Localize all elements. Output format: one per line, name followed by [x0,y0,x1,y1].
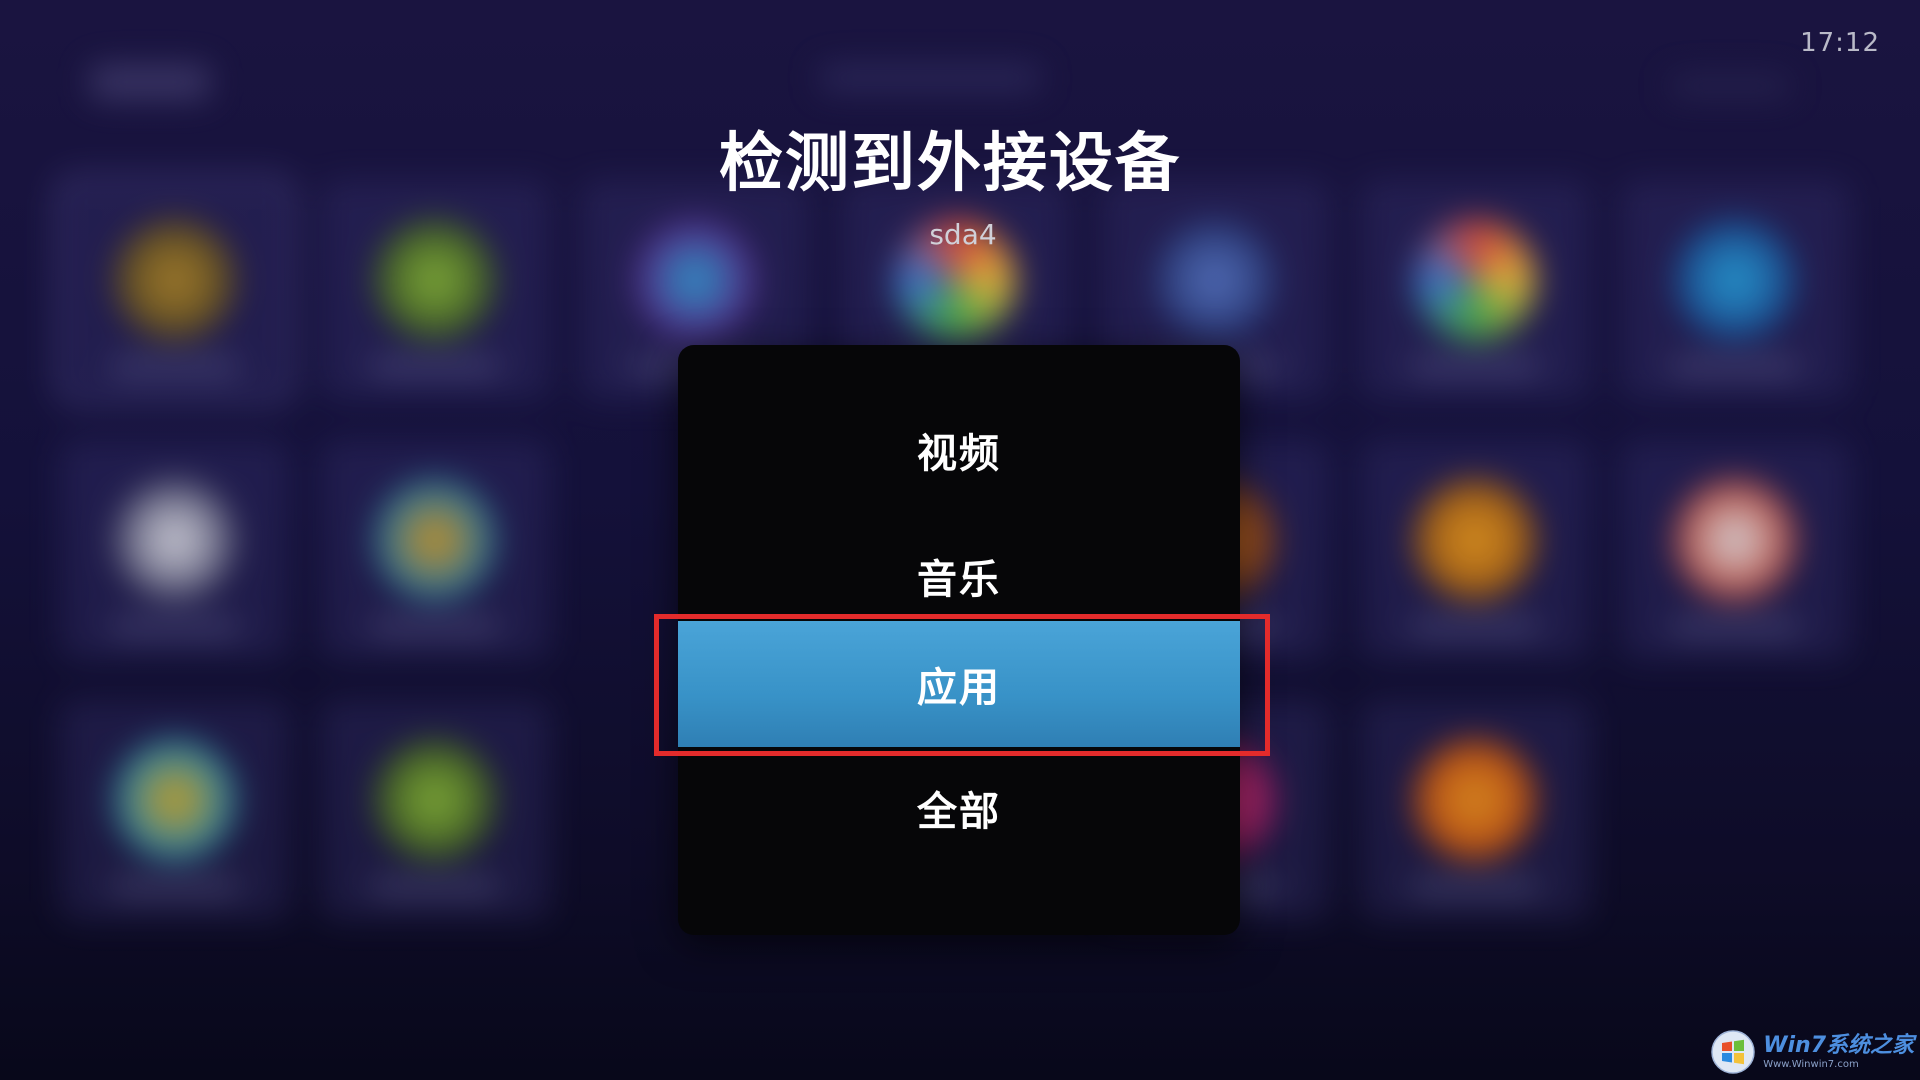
app-label-placeholder [370,620,500,634]
menu-item-all[interactable]: 全部 [678,745,1240,871]
app-icon [1415,740,1535,860]
background-app-tile [320,180,550,400]
app-icon [1675,480,1795,600]
watermark-text: Win7系统之家 Www.Winwin7.com [1763,1032,1914,1070]
watermark-brand: Win7系统之家 [1763,1032,1914,1058]
menu-item-video[interactable]: 视频 [678,387,1240,513]
background-tab-placeholder [820,65,1040,91]
background-app-tile [60,180,290,400]
app-label-placeholder [370,360,500,374]
app-label-placeholder [1670,360,1800,374]
background-app-tile [1360,440,1590,660]
app-label-placeholder [370,880,500,894]
app-icon [115,480,235,600]
background-app-tile [320,440,550,660]
background-tab-placeholder [1670,75,1790,97]
tv-screen: 17:12 检测到外接设备 sda4 视频 音乐 应用 全部 Win7系统之家 … [0,0,1920,1080]
background-app-tile [1360,180,1590,400]
background-app-tile [60,440,290,660]
background-app-tile [60,700,290,920]
background-app-tile [320,700,550,920]
background-app-tile [1620,180,1850,400]
watermark-url: Www.Winwin7.com [1763,1058,1859,1070]
status-clock: 17:12 [1800,28,1880,58]
background-app-tile [1620,440,1850,660]
background-tab-placeholder [90,65,210,99]
app-icon [375,480,495,600]
app-label-placeholder [1670,620,1800,634]
device-name: sda4 [929,218,997,251]
device-action-menu: 视频 音乐 应用 全部 [678,345,1240,935]
app-label-placeholder [110,360,240,374]
app-label-placeholder [1410,360,1540,374]
app-label-placeholder [1410,620,1540,634]
background-app-tile [1360,700,1590,920]
app-icon [115,740,235,860]
dialog-title: 检测到外接设备 [719,127,1181,201]
app-icon [1415,480,1535,600]
site-watermark: Win7系统之家 Www.Winwin7.com [1711,1030,1914,1074]
windows-logo-icon [1711,1030,1755,1074]
app-label-placeholder [110,620,240,634]
app-label-placeholder [1410,880,1540,894]
menu-item-apps[interactable]: 应用 [678,621,1240,747]
app-icon [375,740,495,860]
app-label-placeholder [110,880,240,894]
